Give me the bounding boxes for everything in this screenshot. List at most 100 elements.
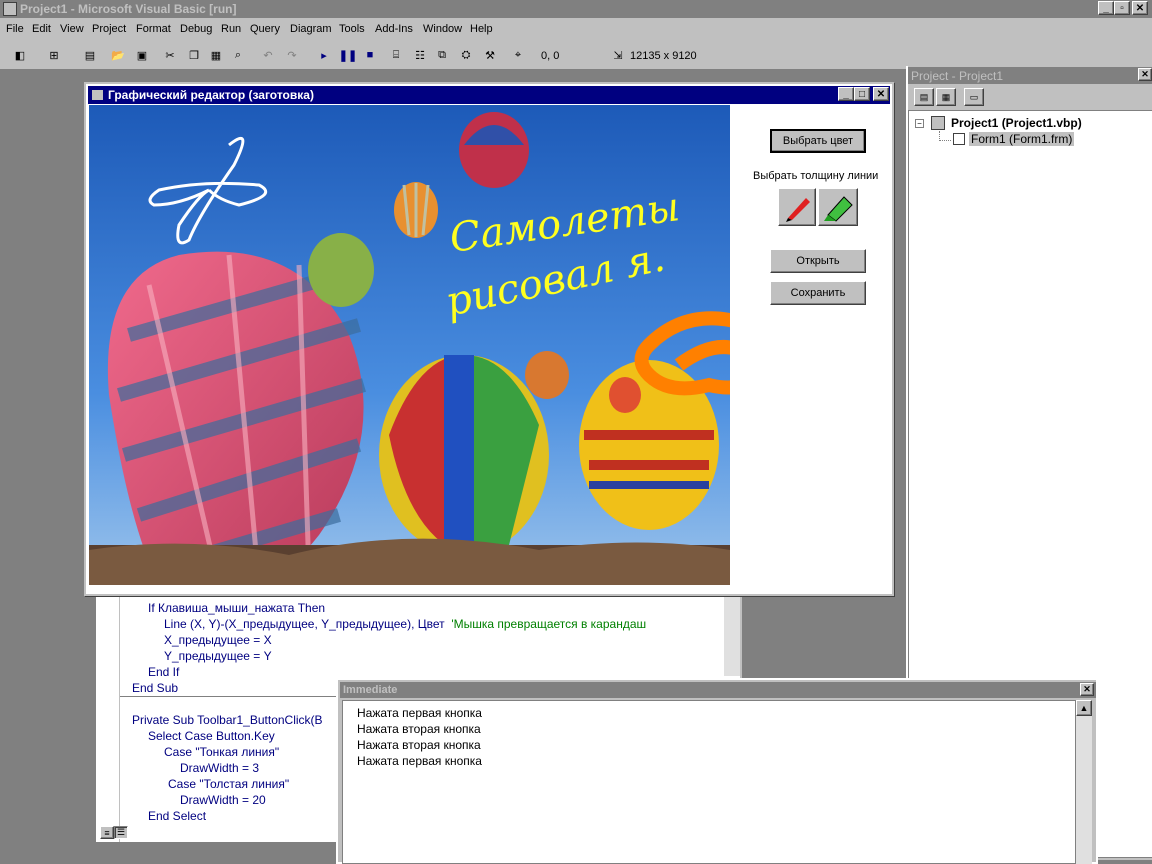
paste-icon[interactable]: ▦ <box>206 45 226 65</box>
toggle-folders-icon[interactable]: ▭ <box>964 88 984 106</box>
code-margin <box>96 590 120 842</box>
menu-run[interactable]: Run <box>217 23 245 35</box>
undo-icon[interactable]: ↶ <box>258 45 278 65</box>
main-title: Project1 - Microsoft Visual Basic [run] <box>20 2 237 16</box>
add-form-icon[interactable]: ⊞ <box>44 45 64 65</box>
menu-help[interactable]: Help <box>466 23 497 35</box>
form-minimize-button[interactable]: _ <box>838 87 854 101</box>
vb-app-icon <box>3 2 17 16</box>
scroll-up-icon[interactable]: ▲ <box>1076 700 1092 716</box>
menu-project[interactable]: Project <box>88 23 130 35</box>
main-titlebar[interactable]: Project1 - Microsoft Visual Basic [run] … <box>0 0 1152 18</box>
code-line: DrawWidth = 20 <box>180 793 266 807</box>
picture-canvas[interactable]: Самолеты рисовал я. <box>89 105 730 585</box>
immediate-window: Immediate ✕ Нажата первая кнопка Нажата … <box>336 678 1098 864</box>
project-titlebar[interactable]: Project - Project1 ✕ <box>908 67 1152 84</box>
code-line: Y_предыдущее = Y <box>164 649 272 663</box>
start-icon[interactable]: ▸ <box>314 45 334 65</box>
project-explorer-icon[interactable]: ⌸ <box>386 45 406 65</box>
code-comment: 'Мышка превращается в карандаш <box>451 617 647 631</box>
code-text: Line (X, Y)-(X_предыдущее, Y_предыдущее)… <box>164 617 452 631</box>
project-title: Project - Project1 <box>911 69 1004 83</box>
toolbox-icon[interactable]: ⚒ <box>480 45 500 65</box>
code-line: Select Case Button.Key <box>148 729 275 743</box>
immediate-titlebar[interactable]: Immediate ✕ <box>340 682 1096 698</box>
menu-diagram[interactable]: Diagram <box>286 23 336 35</box>
close-button[interactable]: ✕ <box>1132 1 1148 15</box>
form-titlebar[interactable]: Графический редактор (заготовка) _ □ ✕ <box>88 86 890 104</box>
code-line: Line (X, Y)-(X_предыдущее, Y_предыдущее)… <box>164 616 646 632</box>
add-project-icon[interactable]: ◧ <box>10 45 30 65</box>
code-line: X_предыдущее = X <box>164 633 272 647</box>
save-button[interactable]: Сохранить <box>770 281 866 305</box>
find-icon[interactable]: ⌕ <box>228 45 248 65</box>
size-icon: ⇲ <box>613 49 623 62</box>
output-line: Нажата вторая кнопка <box>357 738 481 752</box>
view-code-icon[interactable]: ▤ <box>914 88 934 106</box>
restore-button[interactable]: ▫ <box>1114 1 1130 15</box>
choose-color-button[interactable]: Выбрать цвет <box>770 129 866 153</box>
form-title: Графический редактор (заготовка) <box>108 88 314 102</box>
running-form-window: Графический редактор (заготовка) _ □ ✕ С… <box>84 82 894 596</box>
menu-window[interactable]: Window <box>419 23 466 35</box>
save-project-icon[interactable]: ▣ <box>132 45 152 65</box>
redo-icon[interactable]: ↷ <box>282 45 302 65</box>
menu-addins[interactable]: Add-Ins <box>371 23 417 35</box>
menu-tools[interactable]: Tools <box>335 23 369 35</box>
code-line: Private Sub Toolbar1_ButtonClick(B <box>132 713 323 727</box>
code-line: Case "Тонкая линия" <box>164 745 280 759</box>
object-browser-icon[interactable]: ⛭ <box>456 45 476 65</box>
form-layout-icon[interactable]: ⧉ <box>432 45 452 65</box>
position-readout: 0, 0 <box>541 50 560 62</box>
break-icon[interactable]: ❚❚ <box>338 45 358 65</box>
output-line: Нажата вторая кнопка <box>357 722 481 736</box>
end-icon[interactable]: ■ <box>360 45 380 65</box>
code-line: DrawWidth = 3 <box>180 761 260 775</box>
form-close-button[interactable]: ✕ <box>873 87 889 101</box>
immediate-title: Immediate <box>343 684 398 696</box>
full-module-view-button[interactable]: ☰ <box>114 826 128 839</box>
line-width-label: Выбрать толщину линии <box>753 170 879 182</box>
output-line: Нажата первая кнопка <box>357 706 482 720</box>
form-icon <box>92 90 103 100</box>
menu-debug[interactable]: Debug <box>176 23 216 35</box>
thick-line-button[interactable] <box>818 188 858 226</box>
tree-child[interactable]: Form1 (Form1.frm) <box>969 132 1075 146</box>
immediate-vscroll[interactable]: ▲ <box>1076 700 1092 864</box>
menu-file[interactable]: File <box>2 23 28 35</box>
menu-edit[interactable]: Edit <box>28 23 55 35</box>
menu-bar: File Edit View Project Format Debug Run … <box>0 18 1152 42</box>
open-project-icon[interactable]: 📂 <box>108 45 128 65</box>
code-line: If Клавиша_мыши_нажата Then <box>148 601 326 615</box>
form-icon <box>953 133 965 145</box>
close-icon[interactable]: ✕ <box>1080 683 1094 696</box>
project-icon <box>931 116 945 130</box>
thin-line-button[interactable] <box>778 188 816 226</box>
marker-icon <box>824 196 853 222</box>
menu-view[interactable]: View <box>56 23 88 35</box>
procedure-view-button[interactable]: ≡ <box>100 826 114 839</box>
code-vscroll[interactable] <box>724 590 740 676</box>
code-line: End Sub <box>132 681 179 695</box>
immediate-output[interactable]: Нажата первая кнопка Нажата вторая кнопк… <box>342 700 1076 864</box>
cut-icon[interactable]: ✂ <box>160 45 180 65</box>
collapse-icon[interactable]: − <box>915 119 924 128</box>
output-line: Нажата первая кнопка <box>357 754 482 768</box>
size-readout: 12135 x 9120 <box>630 50 697 62</box>
menu-editor-icon[interactable]: ▤ <box>80 45 100 65</box>
close-icon[interactable]: ✕ <box>1138 68 1152 81</box>
code-line: End Select <box>148 809 207 823</box>
open-button[interactable]: Открыть <box>770 249 866 273</box>
minimize-button[interactable]: _ <box>1098 1 1114 15</box>
tree-connector <box>939 131 951 141</box>
menu-format[interactable]: Format <box>132 23 175 35</box>
properties-icon[interactable]: ☷ <box>410 45 430 65</box>
tree-root[interactable]: Project1 (Project1.vbp) <box>951 116 1082 130</box>
menu-query[interactable]: Query <box>246 23 284 35</box>
view-object-icon[interactable]: ▦ <box>936 88 956 106</box>
copy-icon[interactable]: ❐ <box>184 45 204 65</box>
position-icon: ⌖ <box>514 48 522 61</box>
pencil-icon <box>786 198 810 222</box>
form-maximize-button[interactable]: □ <box>854 87 870 101</box>
code-line: End If <box>148 665 180 679</box>
